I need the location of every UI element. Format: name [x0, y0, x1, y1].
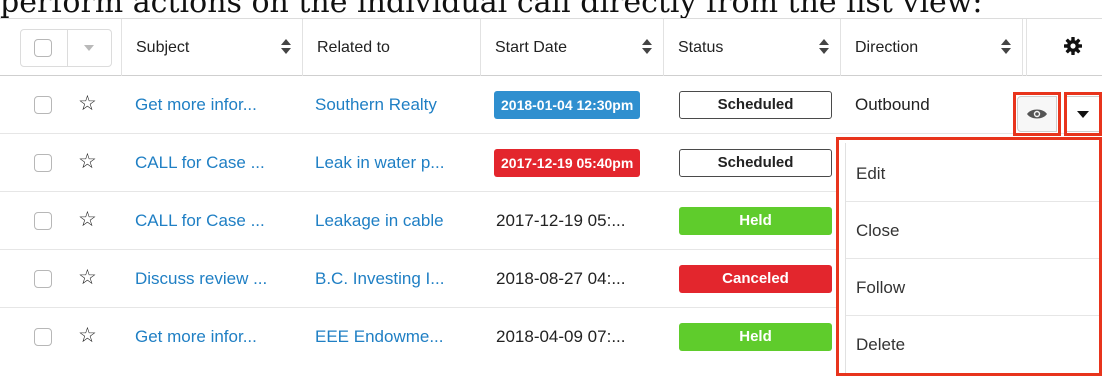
row-checkbox[interactable] — [34, 154, 52, 172]
start-date-text: 2017-12-19 05:... — [496, 210, 626, 230]
related-to-link[interactable]: EEE Endowme... — [315, 308, 475, 365]
subject-link[interactable]: Get more infor... — [135, 308, 295, 365]
gear-icon[interactable] — [1063, 36, 1083, 56]
table-header: Subject Related to Start Date Status Dir… — [0, 18, 1102, 76]
favorite-star-icon[interactable]: ☆ — [78, 151, 97, 173]
related-to-link[interactable]: Leakage in cable — [315, 192, 475, 249]
status-badge: Held — [679, 206, 832, 235]
menu-item-edit[interactable]: Edit — [846, 145, 1099, 202]
status-badge: Canceled — [679, 264, 832, 293]
sort-icon[interactable] — [280, 39, 292, 55]
menu-item-follow[interactable]: Follow — [846, 259, 1099, 316]
column-divider — [1022, 19, 1023, 76]
start-date-badge: 2017-12-19 05:40pm — [494, 148, 641, 177]
related-to-link[interactable]: Southern Realty — [315, 76, 475, 133]
column-label: Related to — [317, 38, 390, 56]
favorite-star-icon[interactable]: ☆ — [78, 209, 97, 231]
column-header-status[interactable]: Status — [664, 19, 840, 76]
start-date-text: 2018-04-09 07:... — [496, 326, 626, 346]
column-divider — [1026, 19, 1027, 76]
favorite-star-icon[interactable]: ☆ — [78, 93, 97, 115]
related-to-link[interactable]: B.C. Investing I... — [315, 250, 475, 307]
column-header-related-to[interactable]: Related to — [303, 19, 480, 76]
row-checkbox[interactable] — [34, 212, 52, 230]
column-label: Direction — [855, 38, 919, 56]
highlight-box — [1013, 92, 1061, 136]
table-row: ☆ Get more infor... Southern Realty 2018… — [0, 76, 1102, 134]
favorite-star-icon[interactable]: ☆ — [78, 267, 97, 289]
mass-select-caret-icon[interactable] — [84, 45, 94, 51]
menu-item-delete[interactable]: Delete — [846, 316, 1099, 373]
menu-item-close[interactable]: Close — [846, 202, 1099, 259]
column-header-direction[interactable]: Direction — [841, 19, 1022, 76]
sort-icon[interactable] — [1000, 39, 1012, 55]
column-label: Status — [678, 38, 724, 56]
column-header-subject[interactable]: Subject — [122, 19, 302, 76]
subject-link[interactable]: CALL for Case ... — [135, 192, 295, 249]
sort-icon[interactable] — [641, 39, 653, 55]
subject-link[interactable]: Discuss review ... — [135, 250, 295, 307]
mass-select-divider — [67, 30, 68, 66]
caption-text: perform actions on the individual call d… — [0, 0, 983, 18]
status-badge: Held — [679, 322, 832, 351]
related-to-link[interactable]: Leak in water p... — [315, 134, 475, 191]
row-checkbox[interactable] — [34, 270, 52, 288]
column-label: Subject — [136, 38, 190, 56]
row-actions-dropdown: Edit Close Follow Delete — [836, 137, 1102, 376]
select-all-checkbox[interactable] — [34, 39, 52, 57]
highlight-box — [1064, 92, 1102, 136]
mass-select-control[interactable] — [20, 29, 112, 67]
start-date-badge: 2018-01-04 12:30pm — [494, 90, 641, 119]
status-badge: Scheduled — [679, 148, 832, 177]
sort-icon[interactable] — [818, 39, 830, 55]
column-label: Start Date — [495, 38, 568, 56]
column-header-start-date[interactable]: Start Date — [481, 19, 663, 76]
favorite-star-icon[interactable]: ☆ — [78, 325, 97, 347]
row-checkbox[interactable] — [34, 96, 52, 114]
subject-link[interactable]: CALL for Case ... — [135, 134, 295, 191]
subject-link[interactable]: Get more infor... — [135, 76, 295, 133]
direction-text: Outbound — [855, 94, 930, 114]
start-date-text: 2018-08-27 04:... — [496, 268, 626, 288]
status-badge: Scheduled — [679, 90, 832, 119]
row-checkbox[interactable] — [34, 328, 52, 346]
